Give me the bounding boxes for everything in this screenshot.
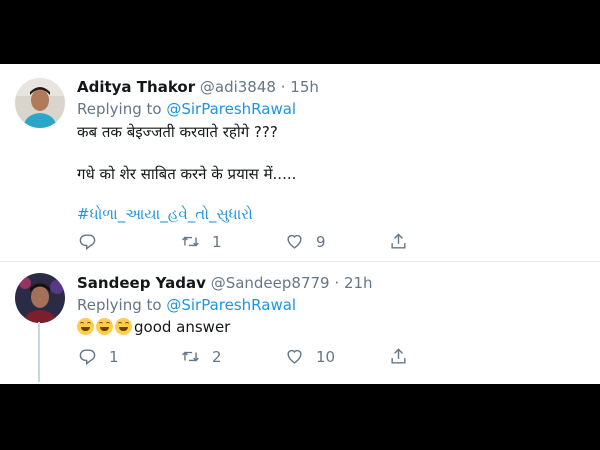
reply-icon bbox=[79, 234, 96, 251]
share-button[interactable] bbox=[389, 232, 408, 251]
tweet-text-body: good answer bbox=[134, 318, 231, 336]
tweet-header: Aditya Thakor @adi3848 · 15h bbox=[77, 78, 319, 96]
retweet-count: 2 bbox=[212, 347, 222, 366]
separator-dot: · bbox=[280, 78, 286, 96]
timestamp[interactable]: 15h bbox=[290, 78, 319, 96]
tweet-text-line-1: कब तक बेइज्जती करवाते रहोगे ??? bbox=[77, 123, 278, 141]
tweet-sandeep[interactable]: Sandeep Yadav @Sandeep8779 · 21h Replyin… bbox=[0, 262, 600, 384]
display-name[interactable]: Aditya Thakor bbox=[77, 78, 195, 96]
retweet-count: 1 bbox=[212, 232, 222, 251]
retweet-icon bbox=[182, 236, 199, 247]
replying-handle-link[interactable]: @SirPareshRawal bbox=[166, 296, 296, 314]
share-icon bbox=[391, 348, 406, 364]
like-icon bbox=[287, 349, 302, 364]
like-icon bbox=[287, 234, 302, 249]
retweet-button[interactable]: 1 bbox=[181, 232, 222, 251]
tweet-header: Sandeep Yadav @Sandeep8779 · 21h bbox=[77, 274, 373, 292]
replying-to: Replying to @SirPareshRawal bbox=[77, 100, 296, 118]
display-name[interactable]: Sandeep Yadav bbox=[77, 274, 206, 292]
timestamp[interactable]: 21h bbox=[344, 274, 373, 292]
like-button[interactable]: 10 bbox=[285, 347, 335, 366]
tweet-list: Aditya Thakor @adi3848 · 15h Replying to… bbox=[0, 64, 600, 384]
hashtag-link[interactable]: #ધોળા_આયા_હવે_તો_સુધારો bbox=[77, 205, 253, 223]
like-button[interactable]: 9 bbox=[285, 232, 326, 251]
replying-to: Replying to @SirPareshRawal bbox=[77, 296, 296, 314]
grinning-emoji-icon bbox=[96, 318, 113, 335]
grinning-emoji-icon bbox=[115, 318, 132, 335]
avatar[interactable] bbox=[15, 273, 65, 323]
replying-prefix: Replying to bbox=[77, 296, 162, 314]
reply-count: 1 bbox=[109, 347, 119, 366]
share-button[interactable] bbox=[389, 347, 408, 366]
user-handle[interactable]: @Sandeep8779 bbox=[211, 274, 330, 292]
tweet-aditya[interactable]: Aditya Thakor @adi3848 · 15h Replying to… bbox=[0, 64, 600, 262]
share-icon bbox=[391, 233, 406, 249]
reply-icon bbox=[79, 349, 96, 366]
separator-dot: · bbox=[334, 274, 340, 292]
retweet-button[interactable]: 2 bbox=[181, 347, 222, 366]
reply-button[interactable] bbox=[78, 232, 109, 251]
reply-button[interactable]: 1 bbox=[78, 347, 119, 366]
grinning-emoji-icon bbox=[77, 318, 94, 335]
like-count: 9 bbox=[316, 232, 326, 251]
like-count: 10 bbox=[316, 347, 336, 366]
tweet-text: good answer bbox=[77, 318, 230, 336]
user-handle[interactable]: @adi3848 bbox=[200, 78, 276, 96]
tweet-text-line-2: गधे को शेर साबित करने के प्रयास में..... bbox=[77, 165, 297, 183]
replying-handle-link[interactable]: @SirPareshRawal bbox=[166, 100, 296, 118]
thread-line bbox=[38, 322, 40, 382]
avatar[interactable] bbox=[15, 78, 65, 128]
retweet-icon bbox=[182, 351, 199, 362]
replying-prefix: Replying to bbox=[77, 100, 162, 118]
